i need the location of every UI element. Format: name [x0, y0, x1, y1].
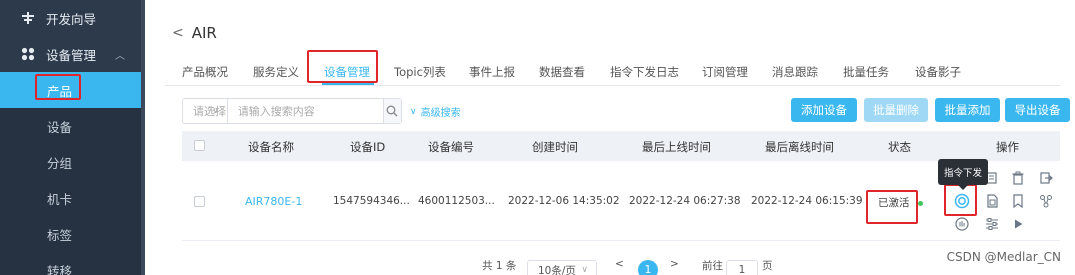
sidebar-item-dev-wizard[interactable]: 开发向导 [0, 0, 145, 36]
search-icon [386, 105, 398, 117]
device-id: 1547594346... [333, 195, 410, 207]
tab-subscription[interactable]: 订阅管理 [702, 64, 748, 80]
page-size-label: 10条/页 [538, 264, 576, 275]
highlight-box-device-tab [307, 50, 378, 83]
add-device-button[interactable]: 添加设备 [791, 98, 857, 122]
search-field-select[interactable]: 请选择 ∨ [183, 99, 228, 123]
export-devices-button[interactable]: 导出设备 [1005, 98, 1070, 122]
stats-icon[interactable] [954, 216, 970, 232]
sidebar: 开发向导 设备管理 ︿ 产品 设备 分组 机卡 标签 转移 [0, 0, 145, 275]
tab-bar: 产品概况 服务定义 设备管理 Topic列表 事件上报 数据查看 指令下发日志 … [165, 56, 1060, 86]
advanced-search-label: 高级搜索 [420, 108, 461, 119]
highlight-box-status [866, 190, 918, 224]
chevron-down-icon: ∨ [581, 265, 588, 275]
devices-grid-icon [20, 46, 36, 62]
tab-product-overview[interactable]: 产品概况 [182, 64, 228, 80]
last-offline-time: 2022-12-24 06:15:39 [751, 195, 863, 207]
sim-card-icon[interactable] [984, 193, 1000, 209]
log-out-icon[interactable] [1038, 170, 1054, 186]
chevron-down-icon: ∨ [410, 106, 417, 117]
command-send-tooltip: 指令下发 [938, 159, 988, 190]
tab-message-trace[interactable]: 消息跟踪 [772, 64, 818, 80]
search-bar: 请选择 ∨ [182, 98, 402, 124]
page-suffix: 页 [762, 260, 773, 272]
sidebar-item-device[interactable]: 设备 [0, 108, 145, 144]
tab-data-view[interactable]: 数据查看 [539, 64, 585, 80]
tab-active-underline [322, 83, 374, 85]
device-name-link[interactable]: AIR780E-1 [245, 195, 302, 208]
topology-icon[interactable] [1038, 193, 1054, 209]
sidebar-group-label: 设备管理 [46, 47, 97, 63]
wizard-icon [20, 10, 36, 26]
chevron-up-icon: ︿ [115, 50, 125, 62]
sidebar-item-group[interactable]: 分组 [0, 144, 145, 180]
advanced-search-link[interactable]: ∨ 高级搜索 [410, 104, 461, 120]
select-placeholder: 请选择 [193, 105, 226, 118]
sidebar-scrollbar[interactable] [141, 0, 145, 275]
sidebar-item-sim-card[interactable]: 机卡 [0, 180, 145, 216]
created-time: 2022-12-06 14:35:02 [508, 195, 620, 207]
tab-topic-list[interactable]: Topic列表 [394, 64, 446, 80]
chevron-down-icon: ∨ [212, 106, 219, 116]
tab-service-definition[interactable]: 服务定义 [253, 64, 299, 80]
sidebar-group-device-management[interactable]: 设备管理 ︿ [0, 36, 145, 72]
page-title: AIR [191, 24, 217, 42]
select-all-checkbox[interactable] [194, 140, 205, 151]
table-header: 设备名称 设备ID 设备编号 创建时间 最后上线时间 最后离线时间 状态 操作 [182, 131, 1060, 161]
page-size-select[interactable]: 10条/页 ∨ [527, 260, 597, 275]
goto-page-input[interactable]: 1 [726, 260, 758, 275]
col-actions: 操作 [996, 140, 1019, 154]
settings-sliders-icon[interactable] [984, 216, 1000, 232]
highlight-box-product [35, 74, 81, 100]
delete-icon[interactable] [1010, 170, 1026, 186]
device-number: 4600112503... [418, 195, 495, 207]
goto-label: 前往 [702, 260, 723, 272]
col-created-time: 创建时间 [532, 140, 578, 154]
tab-command-log[interactable]: 指令下发日志 [610, 64, 679, 80]
batch-add-button[interactable]: 批量添加 [935, 98, 1000, 122]
col-last-offline: 最后离线时间 [765, 140, 834, 154]
page-number-current[interactable]: 1 [638, 260, 658, 275]
sidebar-item-transfer[interactable]: 转移 [0, 252, 145, 275]
tab-event-report[interactable]: 事件上报 [469, 64, 515, 80]
col-status: 状态 [888, 140, 911, 154]
sidebar-item-label: 开发向导 [46, 11, 97, 27]
next-page-icon[interactable]: > [670, 258, 679, 270]
table-row: AIR780E-1 1547594346... 4600112503... 20… [182, 161, 1060, 241]
row-checkbox[interactable] [194, 196, 205, 207]
pagination-total: 共 1 条 [482, 260, 517, 272]
status-dot-icon [917, 200, 923, 206]
col-device-id: 设备ID [350, 140, 386, 154]
search-input[interactable] [227, 99, 383, 123]
watermark: CSDN @Medlar_CN [946, 250, 1061, 264]
bookmark-icon[interactable] [1010, 193, 1026, 209]
chevron-left-icon: < [172, 25, 184, 41]
search-button[interactable] [382, 99, 401, 123]
prev-page-icon[interactable]: < [615, 258, 624, 270]
batch-delete-button[interactable]: 批量删除 [864, 98, 928, 122]
play-icon[interactable] [1010, 216, 1026, 232]
last-online-time: 2022-12-24 06:27:38 [629, 195, 741, 207]
col-last-online: 最后上线时间 [642, 140, 711, 154]
sidebar-item-tag[interactable]: 标签 [0, 216, 145, 252]
tab-device-shadow[interactable]: 设备影子 [915, 64, 961, 80]
col-device-name: 设备名称 [248, 140, 294, 154]
col-device-number: 设备编号 [428, 140, 474, 154]
back-header[interactable]: < AIR [172, 24, 217, 42]
tab-batch-task[interactable]: 批量任务 [843, 64, 889, 80]
